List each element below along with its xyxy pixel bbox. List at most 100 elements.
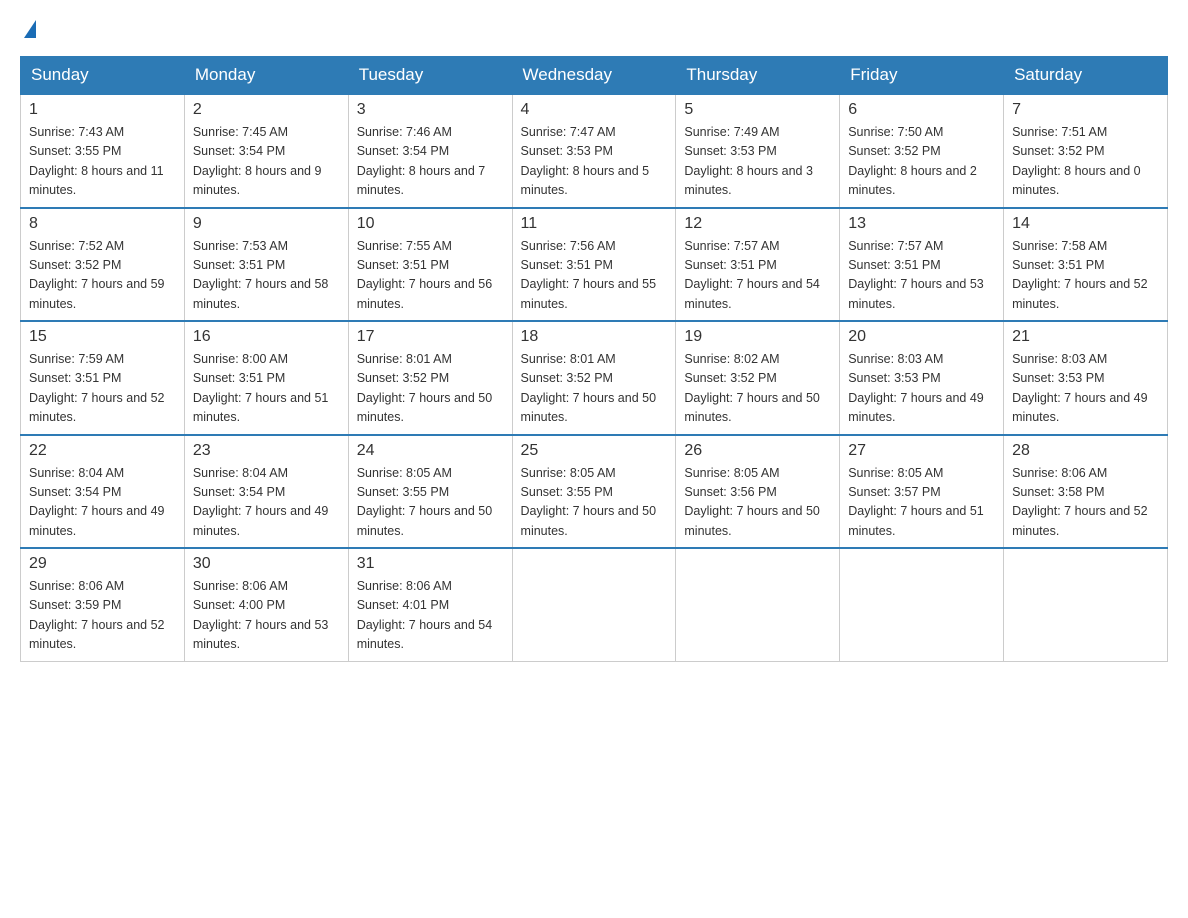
calendar-cell: 11 Sunrise: 7:56 AMSunset: 3:51 PMDayligh…	[512, 208, 676, 322]
calendar-header-friday: Friday	[840, 57, 1004, 95]
day-number: 28	[1012, 442, 1159, 460]
calendar-table: SundayMondayTuesdayWednesdayThursdayFrid…	[20, 56, 1168, 662]
page-header	[20, 20, 1168, 40]
day-number: 31	[357, 555, 504, 573]
day-info: Sunrise: 8:04 AMSunset: 3:54 PMDaylight:…	[29, 464, 176, 542]
day-number: 10	[357, 215, 504, 233]
day-number: 9	[193, 215, 340, 233]
calendar-cell	[676, 548, 840, 661]
day-number: 11	[521, 215, 668, 233]
calendar-week-2: 8Sunrise: 7:52 AMSunset: 3:52 PMDaylight…	[21, 208, 1168, 322]
calendar-cell	[1004, 548, 1168, 661]
day-number: 23	[193, 442, 340, 460]
logo	[20, 20, 36, 40]
calendar-cell	[840, 548, 1004, 661]
calendar-header-sunday: Sunday	[21, 57, 185, 95]
day-info: Sunrise: 8:06 AMSunset: 4:00 PMDaylight:…	[193, 577, 340, 655]
day-number: 18	[521, 328, 668, 346]
day-number: 2	[193, 101, 340, 119]
day-info: Sunrise: 8:03 AMSunset: 3:53 PMDaylight:…	[1012, 350, 1159, 428]
calendar-header-tuesday: Tuesday	[348, 57, 512, 95]
day-info: Sunrise: 7:58 AMSunset: 3:51 PMDaylight:…	[1012, 237, 1159, 315]
day-info: Sunrise: 7:43 AMSunset: 3:55 PMDaylight:…	[29, 123, 176, 201]
day-number: 30	[193, 555, 340, 573]
day-number: 27	[848, 442, 995, 460]
day-info: Sunrise: 7:49 AMSunset: 3:53 PMDaylight:…	[684, 123, 831, 201]
calendar-cell: 19 Sunrise: 8:02 AMSunset: 3:52 PMDayligh…	[676, 321, 840, 435]
calendar-cell: 28 Sunrise: 8:06 AMSunset: 3:58 PMDayligh…	[1004, 435, 1168, 549]
day-info: Sunrise: 8:01 AMSunset: 3:52 PMDaylight:…	[521, 350, 668, 428]
calendar-cell: 15 Sunrise: 7:59 AMSunset: 3:51 PMDayligh…	[21, 321, 185, 435]
day-number: 29	[29, 555, 176, 573]
day-number: 13	[848, 215, 995, 233]
calendar-cell: 21 Sunrise: 8:03 AMSunset: 3:53 PMDayligh…	[1004, 321, 1168, 435]
day-info: Sunrise: 7:47 AMSunset: 3:53 PMDaylight:…	[521, 123, 668, 201]
day-number: 1	[29, 101, 176, 119]
calendar-week-5: 29 Sunrise: 8:06 AMSunset: 3:59 PMDayligh…	[21, 548, 1168, 661]
calendar-cell: 20 Sunrise: 8:03 AMSunset: 3:53 PMDayligh…	[840, 321, 1004, 435]
day-number: 4	[521, 101, 668, 119]
day-number: 24	[357, 442, 504, 460]
day-number: 5	[684, 101, 831, 119]
day-info: Sunrise: 8:06 AMSunset: 4:01 PMDaylight:…	[357, 577, 504, 655]
calendar-header-wednesday: Wednesday	[512, 57, 676, 95]
calendar-cell: 10Sunrise: 7:55 AMSunset: 3:51 PMDayligh…	[348, 208, 512, 322]
day-number: 26	[684, 442, 831, 460]
calendar-cell: 6 Sunrise: 7:50 AMSunset: 3:52 PMDaylight…	[840, 94, 1004, 208]
day-info: Sunrise: 8:00 AMSunset: 3:51 PMDaylight:…	[193, 350, 340, 428]
day-number: 25	[521, 442, 668, 460]
calendar-week-1: 1 Sunrise: 7:43 AMSunset: 3:55 PMDaylight…	[21, 94, 1168, 208]
calendar-cell: 3Sunrise: 7:46 AMSunset: 3:54 PMDaylight…	[348, 94, 512, 208]
calendar-cell: 17Sunrise: 8:01 AMSunset: 3:52 PMDayligh…	[348, 321, 512, 435]
day-info: Sunrise: 7:56 AMSunset: 3:51 PMDaylight:…	[521, 237, 668, 315]
day-info: Sunrise: 8:04 AMSunset: 3:54 PMDaylight:…	[193, 464, 340, 542]
calendar-cell	[512, 548, 676, 661]
day-number: 19	[684, 328, 831, 346]
day-info: Sunrise: 7:57 AMSunset: 3:51 PMDaylight:…	[684, 237, 831, 315]
calendar-cell: 9Sunrise: 7:53 AMSunset: 3:51 PMDaylight…	[184, 208, 348, 322]
calendar-cell: 5 Sunrise: 7:49 AMSunset: 3:53 PMDaylight…	[676, 94, 840, 208]
calendar-cell: 4 Sunrise: 7:47 AMSunset: 3:53 PMDaylight…	[512, 94, 676, 208]
calendar-cell: 2 Sunrise: 7:45 AMSunset: 3:54 PMDaylight…	[184, 94, 348, 208]
calendar-week-4: 22 Sunrise: 8:04 AMSunset: 3:54 PMDayligh…	[21, 435, 1168, 549]
day-info: Sunrise: 7:57 AMSunset: 3:51 PMDaylight:…	[848, 237, 995, 315]
day-info: Sunrise: 7:59 AMSunset: 3:51 PMDaylight:…	[29, 350, 176, 428]
calendar-cell: 13 Sunrise: 7:57 AMSunset: 3:51 PMDayligh…	[840, 208, 1004, 322]
day-number: 16	[193, 328, 340, 346]
logo-arrow-icon	[24, 20, 36, 38]
calendar-cell: 1 Sunrise: 7:43 AMSunset: 3:55 PMDaylight…	[21, 94, 185, 208]
calendar-cell: 12 Sunrise: 7:57 AMSunset: 3:51 PMDayligh…	[676, 208, 840, 322]
day-number: 7	[1012, 101, 1159, 119]
day-info: Sunrise: 8:06 AMSunset: 3:59 PMDaylight:…	[29, 577, 176, 655]
day-number: 17	[357, 328, 504, 346]
day-number: 14	[1012, 215, 1159, 233]
day-number: 6	[848, 101, 995, 119]
day-info: Sunrise: 8:06 AMSunset: 3:58 PMDaylight:…	[1012, 464, 1159, 542]
day-info: Sunrise: 8:02 AMSunset: 3:52 PMDaylight:…	[684, 350, 831, 428]
day-info: Sunrise: 7:46 AMSunset: 3:54 PMDaylight:…	[357, 123, 504, 201]
calendar-cell: 8Sunrise: 7:52 AMSunset: 3:52 PMDaylight…	[21, 208, 185, 322]
calendar-header-monday: Monday	[184, 57, 348, 95]
logo-blue-part	[22, 20, 36, 40]
calendar-cell: 25Sunrise: 8:05 AMSunset: 3:55 PMDayligh…	[512, 435, 676, 549]
day-info: Sunrise: 7:50 AMSunset: 3:52 PMDaylight:…	[848, 123, 995, 201]
day-number: 12	[684, 215, 831, 233]
day-number: 8	[29, 215, 176, 233]
calendar-week-3: 15 Sunrise: 7:59 AMSunset: 3:51 PMDayligh…	[21, 321, 1168, 435]
calendar-cell: 16 Sunrise: 8:00 AMSunset: 3:51 PMDayligh…	[184, 321, 348, 435]
calendar-cell: 7 Sunrise: 7:51 AMSunset: 3:52 PMDaylight…	[1004, 94, 1168, 208]
calendar-cell: 29 Sunrise: 8:06 AMSunset: 3:59 PMDayligh…	[21, 548, 185, 661]
day-info: Sunrise: 7:51 AMSunset: 3:52 PMDaylight:…	[1012, 123, 1159, 201]
calendar-cell: 23 Sunrise: 8:04 AMSunset: 3:54 PMDayligh…	[184, 435, 348, 549]
day-number: 15	[29, 328, 176, 346]
day-info: Sunrise: 7:45 AMSunset: 3:54 PMDaylight:…	[193, 123, 340, 201]
calendar-cell: 31 Sunrise: 8:06 AMSunset: 4:01 PMDayligh…	[348, 548, 512, 661]
day-number: 21	[1012, 328, 1159, 346]
day-number: 20	[848, 328, 995, 346]
calendar-cell: 30 Sunrise: 8:06 AMSunset: 4:00 PMDayligh…	[184, 548, 348, 661]
calendar-cell: 18 Sunrise: 8:01 AMSunset: 3:52 PMDayligh…	[512, 321, 676, 435]
day-info: Sunrise: 8:03 AMSunset: 3:53 PMDaylight:…	[848, 350, 995, 428]
day-info: Sunrise: 8:05 AMSunset: 3:55 PMDaylight:…	[357, 464, 504, 542]
calendar-cell: 27Sunrise: 8:05 AMSunset: 3:57 PMDayligh…	[840, 435, 1004, 549]
day-number: 22	[29, 442, 176, 460]
